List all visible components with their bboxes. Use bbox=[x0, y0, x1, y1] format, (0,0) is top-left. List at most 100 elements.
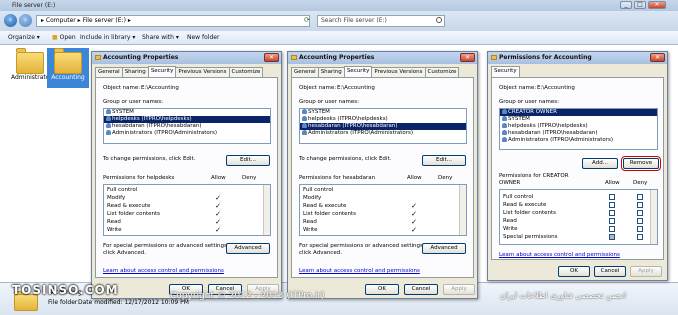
ok-button[interactable]: OK bbox=[365, 284, 399, 295]
permission-row: Read ✓ bbox=[107, 218, 257, 226]
allow-checkbox[interactable] bbox=[609, 234, 615, 240]
apply-button[interactable]: Apply bbox=[630, 266, 662, 277]
group-icon bbox=[106, 116, 111, 121]
close-button[interactable]: ✕ bbox=[648, 1, 666, 9]
object-name-label: Object name: bbox=[299, 85, 337, 91]
breadcrumb-drive[interactable]: File server (E:) bbox=[83, 17, 126, 24]
include-in-library-menu[interactable]: Include in library ▾ bbox=[80, 34, 135, 41]
allow-checkmark-icon: ✓ bbox=[411, 202, 417, 210]
tab-previous-versions[interactable]: Previous Versions bbox=[371, 67, 426, 77]
back-arrow-icon[interactable]: ‹ bbox=[4, 14, 17, 27]
ok-button[interactable]: OK bbox=[558, 266, 590, 277]
learn-more-link[interactable]: Learn about access control and permissio… bbox=[499, 252, 620, 258]
new-folder-button[interactable]: New folder bbox=[187, 34, 219, 41]
tab-previous-versions[interactable]: Previous Versions bbox=[175, 67, 230, 77]
group-icon bbox=[502, 137, 507, 142]
breadcrumb-separator-icon: ▸ bbox=[125, 17, 131, 24]
remove-button[interactable]: Remove bbox=[621, 156, 661, 171]
dialog-close-button[interactable]: ✕ bbox=[650, 53, 665, 62]
scrollbar[interactable] bbox=[650, 190, 657, 244]
open-button[interactable]: ■ Open bbox=[52, 34, 76, 41]
allow-checkbox[interactable] bbox=[609, 202, 615, 208]
list-item[interactable]: Administrators (ITPRO\Administrators) bbox=[300, 130, 466, 137]
user-list[interactable]: SYSTEM helpdesks (ITPRO\helpdesks) hesab… bbox=[103, 108, 271, 144]
deny-checkbox[interactable] bbox=[637, 226, 643, 232]
object-name-value: E:\Accounting bbox=[141, 85, 179, 91]
permission-label: Write bbox=[303, 227, 318, 233]
scrollbar[interactable] bbox=[263, 185, 270, 235]
list-item[interactable]: CREATOR OWNER bbox=[500, 109, 657, 116]
edit-button[interactable]: Edit... bbox=[226, 155, 270, 166]
list-item[interactable]: Administrators (ITPRO\Administrators) bbox=[104, 130, 270, 137]
allow-checkmark-icon: ✓ bbox=[215, 226, 221, 234]
special-permissions-text-2: click Advanced. bbox=[103, 250, 146, 256]
search-icon[interactable] bbox=[436, 17, 442, 23]
permission-label: List folder contents bbox=[107, 211, 160, 217]
deny-checkbox[interactable] bbox=[637, 234, 643, 240]
tab-customize[interactable]: Customize bbox=[228, 67, 264, 77]
deny-checkbox[interactable] bbox=[637, 202, 643, 208]
permission-row: Modify bbox=[303, 194, 453, 202]
tab-general[interactable]: General bbox=[291, 67, 319, 77]
group-icon bbox=[302, 116, 307, 121]
organize-menu[interactable]: Organize ▾ bbox=[8, 34, 40, 41]
list-item[interactable]: Administrators (ITPRO\Administrators) bbox=[500, 137, 657, 144]
list-item[interactable]: helpdesks (ITPRO\helpdesks) bbox=[300, 116, 466, 123]
minimize-button[interactable]: _ bbox=[620, 1, 632, 9]
explorer-title: File server (E:) bbox=[12, 2, 56, 9]
permission-row: Write ✓ bbox=[107, 226, 257, 234]
edit-button[interactable]: Edit... bbox=[422, 155, 466, 166]
user-list[interactable]: CREATOR OWNER SYSTEM helpdesks (ITPRO\he… bbox=[499, 108, 658, 150]
tab-general[interactable]: General bbox=[95, 67, 123, 77]
list-item[interactable]: hesabdaran (ITPRO\hesabdaran) bbox=[300, 123, 466, 130]
user-list[interactable]: SYSTEM helpdesks (ITPRO\helpdesks) hesab… bbox=[299, 108, 467, 144]
allow-checkbox[interactable] bbox=[609, 210, 615, 216]
add-button[interactable]: Add... bbox=[582, 158, 618, 169]
dialog-close-button[interactable]: ✕ bbox=[460, 53, 475, 62]
forward-arrow-icon[interactable]: › bbox=[19, 14, 32, 27]
learn-more-link[interactable]: Learn about access control and permissio… bbox=[299, 268, 420, 274]
tab-security[interactable]: Security bbox=[343, 66, 373, 77]
allow-checkbox[interactable] bbox=[609, 194, 615, 200]
special-permissions-text: For special permissions or advanced sett… bbox=[299, 243, 425, 249]
list-item[interactable]: helpdesks (ITPRO\helpdesks) bbox=[104, 116, 270, 123]
tab-sharing[interactable]: Sharing bbox=[317, 67, 345, 77]
permission-row: Special permissions bbox=[503, 233, 648, 241]
apply-button[interactable]: Apply bbox=[443, 284, 475, 295]
permissions-list: Full control Modify ✓ Read & execute ✓ List f… bbox=[103, 184, 271, 236]
list-item[interactable]: SYSTEM bbox=[300, 109, 466, 116]
list-item[interactable]: helpdesks (ITPRO\helpdesks) bbox=[500, 123, 657, 130]
permission-row: Full control bbox=[303, 186, 453, 194]
advanced-button[interactable]: Advanced bbox=[226, 243, 270, 254]
dialog-close-button[interactable]: ✕ bbox=[264, 53, 279, 62]
cancel-button[interactable]: Cancel bbox=[594, 266, 626, 277]
permissions-header: Permissions for CREATOR bbox=[499, 173, 569, 179]
advanced-button[interactable]: Advanced bbox=[422, 243, 466, 254]
address-bar[interactable]: ▸ Computer ▸ File server (E:) ▸ bbox=[36, 15, 310, 27]
refresh-icon[interactable]: ⟳ bbox=[304, 16, 310, 24]
allow-checkbox[interactable] bbox=[609, 218, 615, 224]
scrollbar[interactable] bbox=[459, 185, 466, 235]
maximize-button[interactable]: □ bbox=[634, 1, 646, 9]
tab-security[interactable]: Security bbox=[491, 66, 520, 77]
list-item[interactable]: hesabdaran (ITPRO\hesabdaran) bbox=[104, 123, 270, 130]
permission-label: Read bbox=[503, 218, 517, 224]
tab-customize[interactable]: Customize bbox=[424, 67, 460, 77]
cancel-button[interactable]: Cancel bbox=[404, 284, 438, 295]
deny-checkbox[interactable] bbox=[637, 210, 643, 216]
list-item[interactable]: SYSTEM bbox=[104, 109, 270, 116]
list-item[interactable]: hesabdaran (ITPRO\hesabdaran) bbox=[500, 130, 657, 137]
search-input[interactable]: Search File server (E:) bbox=[317, 15, 445, 27]
folder-administrator[interactable]: Administrator bbox=[11, 48, 52, 81]
learn-more-link[interactable]: Learn about access control and permissio… bbox=[103, 268, 224, 274]
tab-security[interactable]: Security bbox=[147, 66, 177, 77]
list-item[interactable]: SYSTEM bbox=[500, 116, 657, 123]
deny-checkbox[interactable] bbox=[637, 218, 643, 224]
breadcrumb-computer[interactable]: Computer bbox=[46, 17, 76, 24]
deny-checkbox[interactable] bbox=[637, 194, 643, 200]
object-name-value: E:\Accounting bbox=[537, 85, 575, 91]
folder-accounting[interactable]: Accounting bbox=[48, 48, 88, 81]
share-with-menu[interactable]: Share with ▾ bbox=[142, 34, 179, 41]
tab-sharing[interactable]: Sharing bbox=[121, 67, 149, 77]
allow-checkbox[interactable] bbox=[609, 226, 615, 232]
